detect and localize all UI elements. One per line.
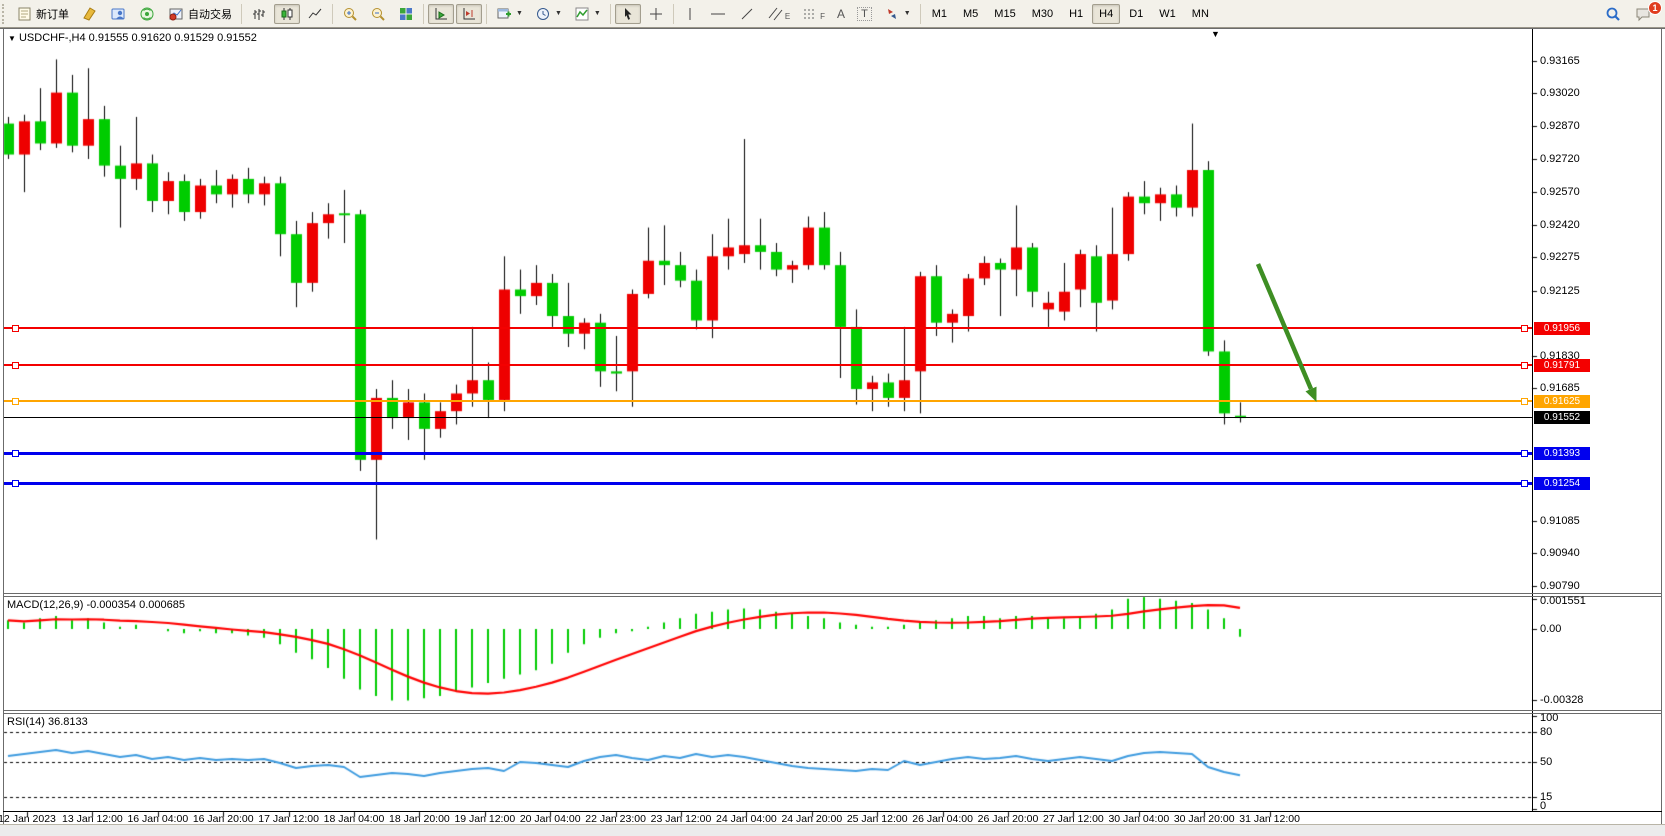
line-handle[interactable] bbox=[1521, 362, 1528, 369]
line-handle[interactable] bbox=[12, 325, 19, 332]
time-axis[interactable] bbox=[4, 812, 1532, 824]
terminal-window: 新订单 自动交易 bbox=[0, 0, 1665, 836]
price-axis[interactable] bbox=[1533, 29, 1662, 811]
status-strip bbox=[0, 824, 1665, 836]
resistance-line-1[interactable] bbox=[4, 327, 1532, 329]
chart-left-border bbox=[3, 28, 4, 824]
line-handle[interactable] bbox=[1521, 450, 1528, 457]
symbol-ohlc-label: ▼ USDCHF-,H4 0.91555 0.91620 0.91529 0.9… bbox=[8, 32, 257, 44]
line-handle[interactable] bbox=[12, 398, 19, 405]
line-handle[interactable] bbox=[12, 362, 19, 369]
rsi-splitter[interactable] bbox=[3, 710, 1662, 711]
rsi-splitter[interactable] bbox=[3, 713, 1662, 714]
macd-splitter[interactable] bbox=[3, 596, 1662, 597]
current-price-line[interactable] bbox=[4, 417, 1532, 418]
line-handle[interactable] bbox=[12, 450, 19, 457]
line-handle[interactable] bbox=[1521, 480, 1528, 487]
line-handle[interactable] bbox=[12, 480, 19, 487]
line-handle[interactable] bbox=[1521, 398, 1528, 405]
macd-indicator-label: MACD(12,26,9) -0.000354 0.000685 bbox=[7, 599, 185, 611]
chart-shift-marker[interactable]: ▼ bbox=[1211, 29, 1220, 39]
macd-splitter[interactable] bbox=[3, 593, 1662, 594]
support-line-1[interactable] bbox=[4, 452, 1532, 455]
resistance-line-2[interactable] bbox=[4, 364, 1532, 366]
symbol-ohlc-text: USDCHF-,H4 0.91555 0.91620 0.91529 0.915… bbox=[19, 32, 257, 44]
line-handle[interactable] bbox=[1521, 325, 1528, 332]
pivot-line[interactable] bbox=[4, 400, 1532, 402]
chart-top-border bbox=[0, 28, 1665, 29]
support-line-2[interactable] bbox=[4, 482, 1532, 485]
collapse-arrow-icon[interactable]: ▼ bbox=[8, 34, 16, 43]
rsi-indicator-label: RSI(14) 36.8133 bbox=[7, 716, 88, 728]
